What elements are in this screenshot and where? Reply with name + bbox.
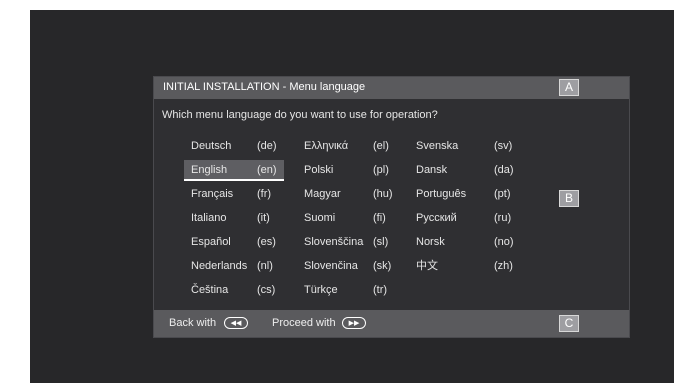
language-list: Deutsch (de) English (en) Français (fr) Italia… bbox=[154, 77, 629, 337]
language-option[interactable]: Português (pt) bbox=[409, 184, 519, 204]
language-code: (es) bbox=[257, 236, 276, 248]
language-name: 中文 bbox=[416, 260, 438, 272]
language-code: (hu) bbox=[373, 188, 393, 200]
proceed-label: Proceed with bbox=[272, 317, 336, 329]
language-code: (ru) bbox=[494, 212, 512, 224]
language-name: Slovenščina bbox=[304, 236, 364, 248]
language-name: Italiano bbox=[191, 212, 227, 224]
badge-b: B bbox=[559, 190, 579, 207]
language-option[interactable]: Magyar (hu) bbox=[297, 184, 397, 204]
tv-screen: INITIAL INSTALLATION - Menu language A W… bbox=[30, 10, 674, 383]
language-code: (fi) bbox=[373, 212, 386, 224]
language-option[interactable]: 中文 (zh) bbox=[409, 256, 519, 276]
language-option[interactable]: Русский (ru) bbox=[409, 208, 519, 228]
language-code: (en) bbox=[257, 164, 277, 176]
language-name: Français bbox=[191, 188, 234, 200]
language-option[interactable]: Français (fr) bbox=[184, 184, 284, 204]
badge-c: C bbox=[559, 315, 579, 332]
language-option[interactable]: Svenska (sv) bbox=[409, 136, 519, 156]
language-code: (sv) bbox=[494, 140, 513, 152]
language-code: (cs) bbox=[257, 284, 276, 296]
language-code: (no) bbox=[494, 236, 514, 248]
language-code: (it) bbox=[257, 212, 270, 224]
language-name: Nederlands bbox=[191, 260, 248, 272]
language-option[interactable]: Polski (pl) bbox=[297, 160, 397, 180]
language-name: Русский bbox=[416, 212, 457, 224]
language-code: (fr) bbox=[257, 188, 272, 200]
fast-forward-button-icon[interactable]: ▶▶ bbox=[342, 317, 366, 329]
language-option[interactable]: Dansk (da) bbox=[409, 160, 519, 180]
language-option[interactable]: Suomi (fi) bbox=[297, 208, 397, 228]
language-name: Português bbox=[416, 188, 467, 200]
language-name: Norsk bbox=[416, 236, 445, 248]
language-name: Türkçe bbox=[304, 284, 338, 296]
language-name: Español bbox=[191, 236, 231, 248]
language-code: (sk) bbox=[373, 260, 392, 272]
language-name: Ελληνικά bbox=[304, 140, 349, 152]
language-code: (nl) bbox=[257, 260, 273, 272]
language-name: Polski bbox=[304, 164, 334, 176]
language-option[interactable]: Čeština (cs) bbox=[184, 280, 284, 300]
language-code: (da) bbox=[494, 164, 514, 176]
language-option[interactable]: English (en) bbox=[184, 160, 284, 181]
language-name: Slovenčina bbox=[304, 260, 358, 272]
back-label: Back with bbox=[169, 317, 217, 329]
language-option[interactable]: Deutsch (de) bbox=[184, 136, 284, 156]
language-option[interactable]: Italiano (it) bbox=[184, 208, 284, 228]
language-option[interactable]: Norsk (no) bbox=[409, 232, 519, 252]
language-name: Magyar bbox=[304, 188, 341, 200]
language-option[interactable]: Slovenčina (sk) bbox=[297, 256, 397, 276]
language-code: (sl) bbox=[373, 236, 389, 248]
language-name: Suomi bbox=[304, 212, 336, 224]
initial-installation-dialog: INITIAL INSTALLATION - Menu language A W… bbox=[153, 76, 630, 338]
language-code: (pl) bbox=[373, 164, 389, 176]
language-name: Deutsch bbox=[191, 140, 232, 152]
language-name: Čeština bbox=[191, 284, 229, 296]
language-code: (pt) bbox=[494, 188, 511, 200]
dialog-footer: Back with ◀◀ Proceed with ▶▶ C bbox=[154, 310, 629, 337]
language-option[interactable]: Ελληνικά (el) bbox=[297, 136, 397, 156]
language-code: (zh) bbox=[494, 260, 513, 272]
language-option[interactable]: Slovenščina (sl) bbox=[297, 232, 397, 252]
language-name: English bbox=[191, 164, 228, 176]
language-code: (de) bbox=[257, 140, 277, 152]
language-code: (tr) bbox=[373, 284, 388, 296]
language-option[interactable]: Nederlands (nl) bbox=[184, 256, 284, 276]
language-code: (el) bbox=[373, 140, 389, 152]
language-option[interactable]: Türkçe (tr) bbox=[297, 280, 397, 300]
language-name: Svenska bbox=[416, 140, 459, 152]
language-name: Dansk bbox=[416, 164, 448, 176]
rewind-button-icon[interactable]: ◀◀ bbox=[224, 317, 248, 329]
language-option[interactable]: Español (es) bbox=[184, 232, 284, 252]
